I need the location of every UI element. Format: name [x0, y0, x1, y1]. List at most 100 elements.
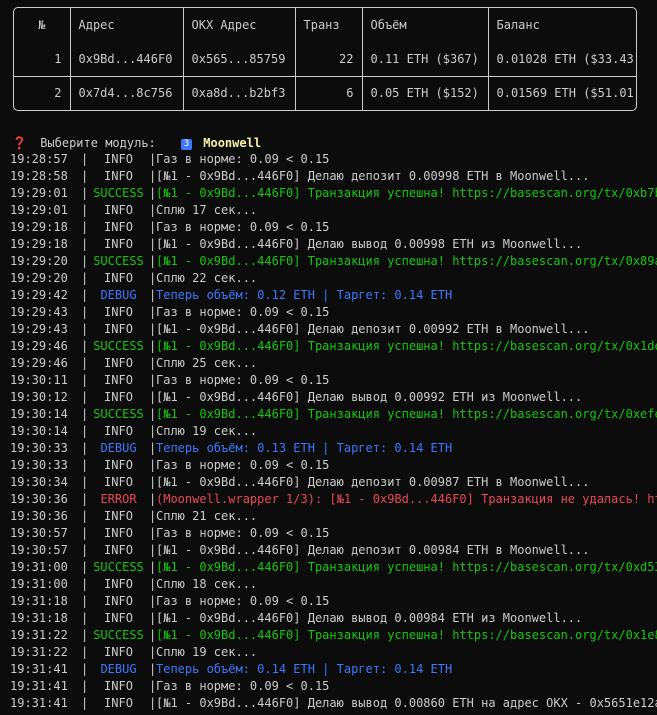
log-level: INFO [104, 594, 133, 608]
log-separator: | [81, 611, 89, 625]
log-timestamp: 19:30:34 [10, 475, 68, 489]
log-separator: | [149, 696, 157, 710]
log-message: [№1 - 0x9Bd...446F0] Транзакция успешна!… [156, 186, 657, 200]
log-level: INFO [104, 203, 133, 217]
log-separator: | [149, 594, 157, 608]
cell-volume: 0.11 ETH ($367) [362, 42, 489, 77]
log-line: 19:29:01 | SUCCESS |[№1 - 0x9Bd...446F0] Тр… [10, 185, 657, 202]
log-separator: | [81, 407, 89, 421]
log-level: INFO [104, 526, 133, 540]
log-message: Сплю 19 сек... [156, 645, 258, 659]
log-message: [№1 - 0x9Bd...446F0] Делаю вывод 0.00998… [156, 237, 583, 251]
log-line: 19:30:57 | INFO |Газ в норме: 0.09 < 0.15 [10, 525, 657, 542]
log-message: Газ в норме: 0.09 < 0.15 [156, 220, 330, 234]
log-timestamp: 19:31:22 [10, 645, 68, 659]
log-line: 19:31:22 | INFO |Сплю 19 сек... [10, 644, 657, 661]
log-separator: | [81, 662, 89, 676]
log-timestamp: 19:30:14 [10, 407, 68, 421]
log-separator: | [81, 356, 89, 370]
log-timestamp: 19:30:12 [10, 390, 68, 404]
table-header-row: № Адрес OKX Адрес Транз Объём Баланс [14, 8, 636, 42]
log-separator: | [81, 594, 89, 608]
log-level: INFO [104, 305, 133, 319]
log-line: 19:31:41 | INFO |[№1 - 0x9Bd...446F0] Делаю… [10, 695, 657, 712]
log-message: [№1 - 0x9Bd...446F0] Делаю депозит 0.009… [156, 322, 590, 336]
log-separator: | [149, 628, 157, 642]
log-separator: | [81, 254, 89, 268]
log-level: SUCCESS [93, 339, 144, 353]
log-timestamp: 19:29:43 [10, 305, 68, 319]
log-separator: | [81, 458, 89, 472]
log-timestamp: 19:31:22 [10, 628, 68, 642]
log-separator: | [149, 271, 157, 285]
log-separator: | [149, 611, 157, 625]
log-separator: | [149, 356, 157, 370]
log-timestamp: 19:29:46 [10, 356, 68, 370]
log-message: Сплю 21 сек... [156, 509, 258, 523]
cell-tx-count: 6 [295, 76, 363, 110]
log-timestamp: 19:29:18 [10, 237, 68, 251]
log-line: 19:29:46 | INFO |Сплю 25 сек... [10, 355, 657, 372]
log-message: Газ в норме: 0.09 < 0.15 [156, 458, 330, 472]
log-timestamp: 19:31:41 [10, 679, 68, 693]
log-timestamp: 19:29:46 [10, 339, 68, 353]
log-separator: | [149, 424, 157, 438]
log-message: [№1 - 0x9Bd...446F0] Транзакция успешна!… [156, 339, 657, 353]
log-separator: | [81, 526, 89, 540]
log-timestamp: 19:30:11 [10, 373, 68, 387]
log-separator: | [81, 696, 89, 710]
log-separator: | [149, 560, 157, 574]
log-separator: | [149, 543, 157, 557]
log-level: DEBUG [100, 662, 137, 676]
cell-volume: 0.05 ETH ($152) [362, 76, 489, 110]
log-line: 19:30:33 | DEBUG |Теперь объём: 0.13 ETH | … [10, 440, 657, 457]
log-level: SUCCESS [93, 186, 144, 200]
log-timestamp: 19:31:00 [10, 560, 68, 574]
header-number: № [14, 8, 71, 42]
log-level: INFO [104, 390, 133, 404]
log-timestamp: 19:29:18 [10, 220, 68, 234]
log-separator: | [149, 305, 157, 319]
log-separator: | [81, 220, 89, 234]
log-timestamp: 19:29:01 [10, 186, 68, 200]
log-separator: | [81, 322, 89, 336]
log-message: [№1 - 0x9Bd...446F0] Делаю вывод 0.00984… [156, 611, 583, 625]
log-line: 19:29:01 | INFO |Сплю 17 сек... [10, 202, 657, 219]
log-output[interactable]: 19:28:57 | INFO | Газ в норме: 0.09 < 0.15 19… [10, 151, 657, 712]
log-separator: | [81, 305, 89, 319]
cell-okx-address: 0x565...85759 [183, 42, 296, 77]
log-message: Сплю 17 сек... [156, 203, 258, 217]
log-message: [№1 - 0x9Bd...446F0] Делаю депозит 0.009… [156, 475, 590, 489]
log-timestamp: 19:30:57 [10, 543, 68, 557]
log-timestamp: 19:30:36 [10, 492, 68, 506]
log-timestamp: 19:31:18 [10, 611, 68, 625]
log-line: 19:29:18 | INFO |Газ в норме: 0.09 < 0.15 [10, 219, 657, 236]
log-separator: | [149, 679, 157, 693]
header-okx-address: OKX Адрес [183, 8, 296, 42]
log-message: Газ в норме: 0.09 < 0.15 [156, 373, 330, 387]
log-separator: | [149, 186, 157, 200]
log-separator: | [149, 492, 157, 506]
log-separator: | [149, 373, 157, 387]
log-level: INFO [104, 237, 133, 251]
log-separator: | [81, 169, 89, 183]
log-line: 19:30:14 | INFO |Сплю 19 сек... [10, 423, 657, 440]
log-separator: | [81, 186, 89, 200]
log-level: INFO [104, 696, 133, 710]
log-level: INFO [104, 169, 133, 183]
selected-module-name[interactable]: Moonwell [203, 136, 261, 150]
log-timestamp: 19:28:57 [10, 152, 68, 166]
log-timestamp: 19:29:01 [10, 203, 68, 217]
log-message: [№1 - 0x9Bd...446F0] Транзакция успешна!… [156, 407, 657, 421]
log-timestamp: 19:29:43 [10, 322, 68, 336]
log-level: INFO [104, 645, 133, 659]
cell-number: 1 [14, 42, 71, 77]
log-line: 19:31:41 | INFO |Газ в норме: 0.09 < 0.15 [10, 678, 657, 695]
log-line: 19:31:00 | SUCCESS |[№1 - 0x9Bd...446F0] Тр… [10, 559, 657, 576]
log-separator: | [81, 509, 89, 523]
log-level: INFO [104, 577, 133, 591]
log-line: 19:31:18 | INFO |Газ в норме: 0.09 < 0.15 [10, 593, 657, 610]
log-message: Сплю 19 сек... [156, 424, 258, 438]
log-timestamp: 19:31:00 [10, 577, 68, 591]
log-level: DEBUG [100, 441, 137, 455]
